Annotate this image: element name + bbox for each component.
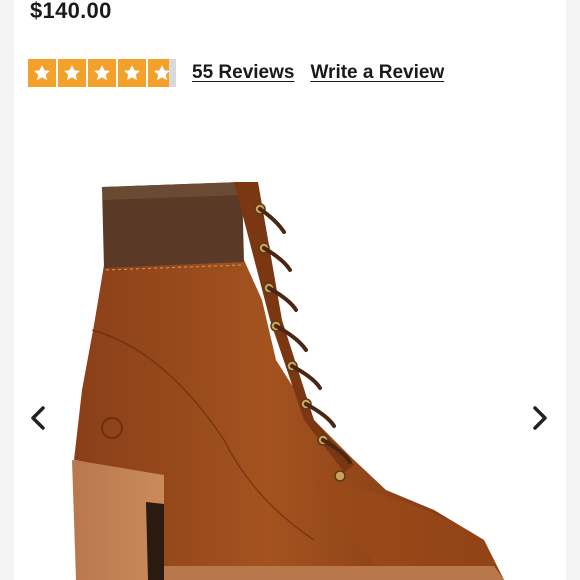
chevron-left-icon xyxy=(31,406,45,430)
product-image-gallery[interactable] xyxy=(14,120,566,580)
reviews-count-link[interactable]: 55 Reviews xyxy=(192,62,294,84)
product-image-boot xyxy=(72,182,504,580)
half-star-icon xyxy=(148,59,176,87)
star-icon xyxy=(28,59,56,87)
rating-row: 55 Reviews Write a Review xyxy=(28,58,444,88)
product-price: $140.00 xyxy=(30,0,112,23)
write-review-link[interactable]: Write a Review xyxy=(310,62,444,84)
star-rating[interactable] xyxy=(28,59,176,87)
star-icon xyxy=(118,59,146,87)
chevron-right-icon xyxy=(533,406,547,430)
product-page: $140.00 55 Reviews Write a Review xyxy=(14,0,566,580)
next-image-button[interactable] xyxy=(526,398,554,438)
star-icon xyxy=(58,59,86,87)
star-icon xyxy=(88,59,116,87)
previous-image-button[interactable] xyxy=(24,398,52,438)
